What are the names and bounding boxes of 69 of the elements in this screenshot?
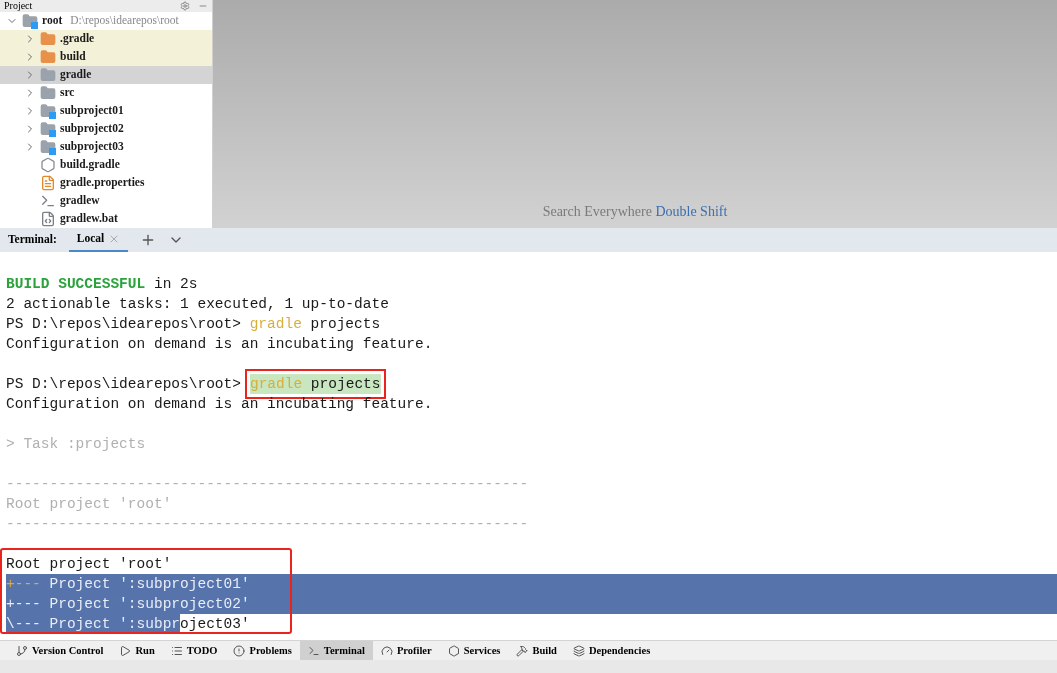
tree-item[interactable]: gradle <box>0 66 212 84</box>
branch-icon <box>16 644 28 657</box>
terminal-text: +--- <box>6 575 42 594</box>
batch-file-icon <box>40 211 56 227</box>
terminal-text: PS D:\repos\idearepos\root> <box>6 375 241 394</box>
tree-item[interactable]: .gradle <box>0 30 212 48</box>
tool-window-button[interactable]: Problems <box>225 641 300 660</box>
tree-item[interactable]: build <box>0 48 212 66</box>
tree-item[interactable]: subproject01 <box>0 102 212 120</box>
terminal-text: projects <box>309 315 381 334</box>
folder-icon <box>40 85 56 101</box>
tool-window-button[interactable]: Version Control <box>8 641 112 660</box>
terminal-text: Root project 'root' <box>6 555 172 574</box>
script-file-icon <box>40 193 56 209</box>
tree-item[interactable]: src <box>0 84 212 102</box>
terminal-text: BUILD SUCCESSFUL <box>6 275 146 294</box>
tool-window-button[interactable]: Build <box>508 641 565 660</box>
gradle-file-icon <box>40 157 56 173</box>
properties-file-icon <box>40 175 56 191</box>
terminal-text: Root project 'root' <box>6 495 172 514</box>
terminal-text: ------------------------------------------------------------ <box>6 515 529 534</box>
tool-window-button[interactable]: Dependencies <box>564 641 659 660</box>
tree-item[interactable]: gradlew <box>0 192 212 210</box>
tool-window-button[interactable]: Run <box>111 641 163 660</box>
terminal-icon <box>307 644 320 657</box>
list-icon <box>170 644 183 657</box>
terminal-text: \--- Project ':subpr <box>6 614 181 634</box>
folder-icon <box>40 31 56 47</box>
tree-item[interactable]: root D:\repos\idearepos\root <box>0 12 212 30</box>
terminal-title: Terminal: <box>8 232 57 248</box>
tree-item[interactable]: build.gradle <box>0 156 212 174</box>
search-everywhere-hint: Search Everywhere Double Shift <box>542 203 728 221</box>
tool-window-button[interactable]: Services <box>439 641 509 660</box>
terminal-text: PS D:\repos\idearepos\root> <box>6 315 242 334</box>
terminal-text: projects <box>302 374 381 394</box>
tree-item[interactable]: subproject02 <box>0 120 212 138</box>
terminal-text: Configuration on demand is an incubating feature. <box>6 335 433 354</box>
terminal-text: ------------------------------------------------------------ <box>6 475 529 494</box>
terminal-text: gradle <box>249 374 303 394</box>
tree-item[interactable]: gradle.properties <box>0 174 212 192</box>
module-folder-icon <box>40 121 56 137</box>
folder-icon <box>40 67 56 83</box>
path-label: D:\repos\idearepos\root <box>70 13 179 29</box>
tree-item[interactable]: gradlew.bat <box>0 210 212 228</box>
panel-title[interactable]: Project <box>4 1 33 11</box>
terminal-tab[interactable]: Local <box>68 228 129 252</box>
tool-window-button[interactable]: TODO <box>162 641 226 660</box>
terminal-text: in 2s <box>152 275 198 294</box>
play-icon <box>119 644 132 657</box>
terminal-text: oject03' <box>180 615 250 634</box>
module-folder-icon <box>40 139 56 155</box>
tree-item[interactable]: subproject03 <box>0 138 212 156</box>
gauge-icon <box>380 644 393 657</box>
tool-window-button[interactable]: Profiler <box>372 641 440 660</box>
module-folder-icon <box>40 103 56 119</box>
folder-icon <box>40 49 56 65</box>
hexagon-icon <box>447 644 460 657</box>
terminal-text: gradle <box>249 315 302 334</box>
tool-window-button[interactable]: Terminal <box>299 641 373 660</box>
alert-icon <box>233 644 246 657</box>
hammer-icon <box>516 644 529 657</box>
layers-icon <box>572 644 585 657</box>
terminal-text: Project ':subproject01' <box>49 574 250 594</box>
settings-icon[interactable] <box>180 1 190 11</box>
terminal-text: Configuration on demand is an incubating feature. <box>6 395 433 414</box>
terminal-text: +--- Project ':subproject02' <box>6 594 250 614</box>
module-folder-icon <box>22 13 38 29</box>
terminal-text: 2 actionable tasks: 1 executed, 1 up-to-date <box>6 295 389 314</box>
terminal-text: > Task :projects <box>6 435 146 454</box>
